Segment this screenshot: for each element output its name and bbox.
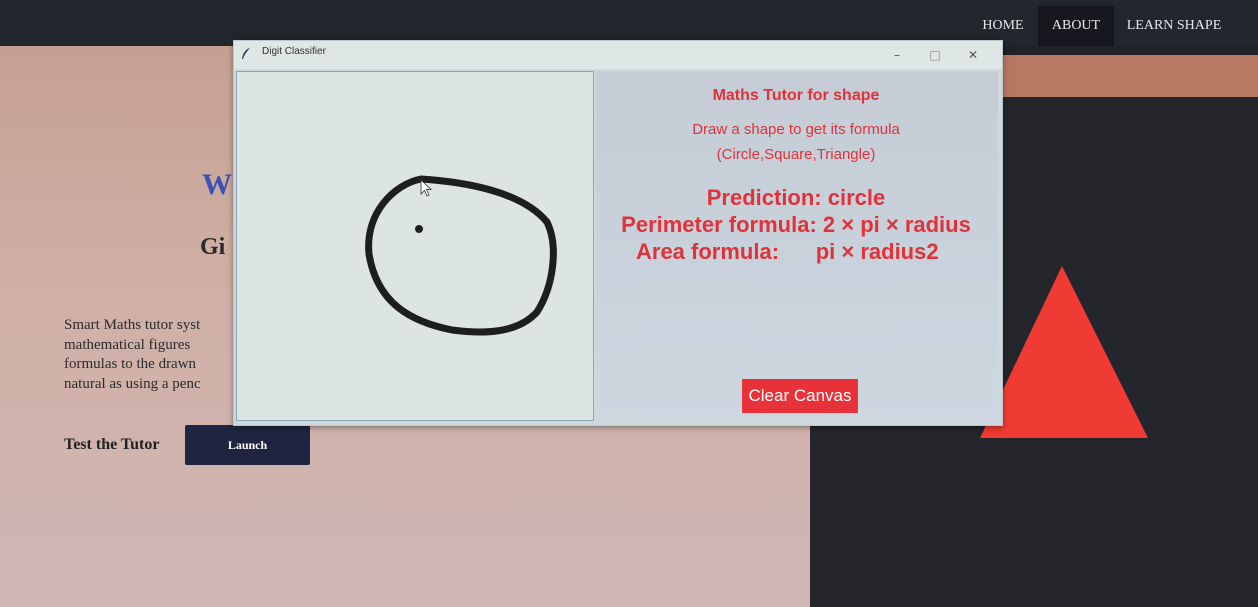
result-panel: Maths Tutor for shape Draw a shape to ge…: [596, 71, 998, 421]
clear-canvas-button[interactable]: Clear Canvas: [742, 379, 858, 413]
description-line: formulas to the drawn: [64, 356, 197, 372]
triangle-illustration: [978, 262, 1150, 442]
nav-learn-shape-link[interactable]: LEARN SHAPE: [1118, 6, 1230, 46]
close-button[interactable]: ✕: [958, 45, 988, 65]
hero-title: W: [202, 168, 232, 201]
prediction-text: Prediction: circle: [706, 185, 886, 210]
test-tutor-label: Test the Tutor: [64, 436, 160, 453]
hero-subtitle: Gi: [200, 234, 226, 260]
description-line: mathematical figures: [64, 336, 191, 353]
launch-button[interactable]: Launch: [185, 425, 310, 465]
perimeter-formula: Perimeter formula: 2 × pi × radius: [621, 212, 971, 237]
area-formula: Area formula: pi × radius2: [636, 239, 939, 264]
digit-classifier-window: Digit Classifier – □ ✕ Maths Tutor for s…: [233, 40, 1003, 426]
instruction-text: Draw a shape to get its formula: [692, 121, 900, 138]
drawing-canvas[interactable]: [236, 71, 594, 421]
hero-description: Smart Maths tutor syst mathematical figu…: [64, 316, 232, 394]
window-titlebar[interactable]: Digit Classifier – □ ✕: [234, 41, 1002, 69]
maximize-button[interactable]: □: [920, 45, 950, 65]
header-accent-band: [996, 55, 1258, 97]
tutor-heading: Maths Tutor for shape: [712, 87, 880, 104]
shape-list-text: (Circle,Square,Triangle): [716, 146, 876, 163]
window-title: Digit Classifier: [262, 46, 326, 57]
description-line: natural as using a penc: [64, 375, 201, 392]
drawn-circle-stroke: [365, 175, 557, 336]
nav-about-link[interactable]: ABOUT: [1038, 6, 1114, 46]
feather-icon: [240, 47, 252, 61]
minimize-button[interactable]: –: [882, 45, 912, 65]
drawn-dot: [415, 225, 423, 233]
description-line: Smart Maths tutor syst: [64, 317, 201, 333]
